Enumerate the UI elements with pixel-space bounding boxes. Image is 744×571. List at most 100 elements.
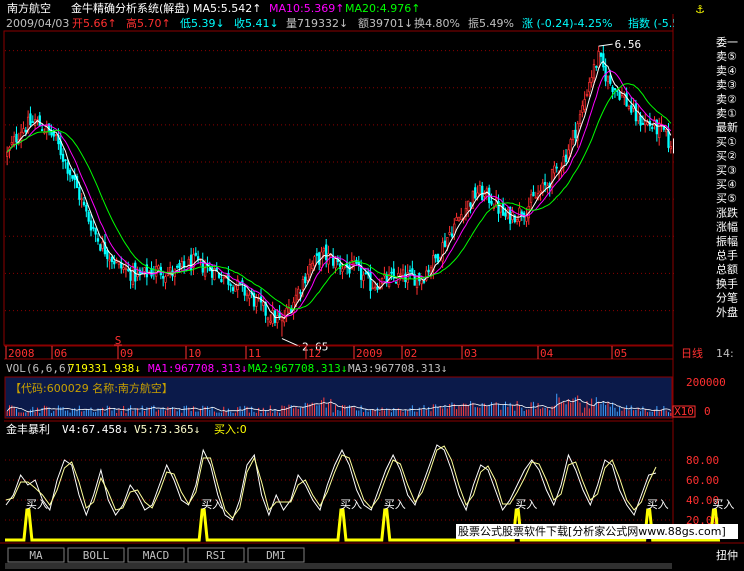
ma5-line bbox=[6, 60, 672, 319]
right-panel-item[interactable]: 卖④ bbox=[716, 64, 737, 77]
candle-body bbox=[311, 262, 314, 269]
right-panel-item[interactable]: 卖② bbox=[716, 93, 737, 106]
right-panel-item[interactable]: 振幅 bbox=[716, 234, 738, 248]
candle-body bbox=[543, 181, 547, 186]
right-panel-item[interactable]: 买③ bbox=[716, 164, 737, 177]
candle-body bbox=[180, 261, 183, 267]
high-mark-leader bbox=[598, 43, 613, 47]
right-panel-item[interactable]: 买⑤ bbox=[716, 192, 737, 205]
time-axis-label: 12 bbox=[308, 347, 321, 360]
candle-body bbox=[129, 270, 132, 281]
candle-body bbox=[127, 269, 130, 271]
candle-body bbox=[87, 211, 90, 222]
candle-body bbox=[96, 238, 100, 242]
candle-body bbox=[611, 86, 614, 92]
candle-body bbox=[297, 288, 300, 300]
candle-body bbox=[13, 136, 16, 146]
candle-body bbox=[320, 251, 323, 268]
buy-signal-label: 买入 bbox=[712, 498, 734, 511]
candle-body bbox=[176, 265, 179, 268]
candle-body bbox=[394, 281, 398, 284]
candle-body bbox=[595, 65, 598, 68]
indicator-axis-label: 60.00 bbox=[686, 474, 719, 487]
candle-body bbox=[658, 122, 661, 138]
candle-body bbox=[131, 266, 135, 285]
right-panel-item[interactable]: 外盘 bbox=[716, 305, 738, 319]
candle-body bbox=[597, 51, 600, 68]
candle-body bbox=[515, 218, 519, 222]
candle-body bbox=[362, 274, 365, 281]
tab-label-macd[interactable]: MACD bbox=[143, 549, 170, 562]
candle-body bbox=[313, 256, 316, 267]
tab-label-ma[interactable]: MA bbox=[29, 549, 43, 562]
candle-body bbox=[280, 317, 284, 322]
candle-body bbox=[234, 285, 237, 292]
candle-body bbox=[539, 190, 542, 193]
right-panel-item[interactable]: 买② bbox=[716, 150, 737, 163]
candle-body bbox=[457, 216, 461, 222]
candle-body bbox=[238, 282, 242, 285]
right-panel-item[interactable]: 卖① bbox=[716, 107, 737, 120]
candle-body bbox=[341, 268, 344, 273]
candle-body bbox=[467, 200, 470, 211]
tab-label-dmi[interactable]: DMI bbox=[266, 549, 286, 562]
candle-body bbox=[245, 293, 249, 297]
stock-chart-window: 南方航空 金牛精确分析系统(解盘) MA5:5.542↑ MA10:5.369↑ MA2… bbox=[0, 0, 744, 571]
right-panel-item[interactable]: 买① bbox=[716, 135, 737, 148]
tab-label-rsi[interactable]: RSI bbox=[206, 549, 226, 562]
candle-body bbox=[155, 266, 158, 277]
candle-body bbox=[6, 151, 9, 157]
right-panel-item[interactable]: 涨跌 bbox=[716, 205, 738, 219]
candle-body bbox=[71, 175, 74, 179]
candle-body bbox=[318, 252, 321, 265]
candle-body bbox=[196, 256, 200, 260]
time-axis-label: 10 bbox=[188, 347, 201, 360]
period-label: 日线 bbox=[681, 346, 703, 360]
candle-body bbox=[61, 153, 65, 162]
tab-label-boll[interactable]: BOLL bbox=[83, 549, 110, 562]
candle-body bbox=[634, 103, 638, 122]
right-panel-item[interactable]: 总额 bbox=[716, 262, 738, 276]
candle-body bbox=[585, 93, 589, 96]
candle-body bbox=[285, 307, 288, 316]
candle-body bbox=[122, 267, 125, 270]
vol-ma2: MA2:967708.313↓ bbox=[248, 362, 347, 375]
candle-body bbox=[101, 241, 104, 249]
candle-body bbox=[68, 169, 72, 176]
vol-ma1: MA1:967708.313↓ bbox=[148, 362, 247, 375]
vol-axis-unit: X10 bbox=[674, 405, 694, 418]
candle-body bbox=[229, 284, 232, 286]
right-panel-item[interactable]: 卖③ bbox=[716, 79, 737, 92]
header-stock-name: 南方航空 bbox=[7, 1, 51, 15]
candle-body bbox=[85, 204, 88, 212]
time-axis-label: 02 bbox=[404, 347, 417, 360]
horizontal-scrollbar[interactable] bbox=[5, 563, 672, 569]
indicator-v5: V5:73.365↓ bbox=[134, 423, 200, 436]
right-panel-item[interactable]: 涨幅 bbox=[716, 221, 738, 234]
right-panel-item[interactable]: 最新 bbox=[716, 120, 738, 134]
ma10-line bbox=[6, 70, 672, 317]
candle-body bbox=[38, 115, 41, 127]
right-panel-item[interactable]: 总手 bbox=[716, 248, 738, 262]
candle-body bbox=[89, 220, 93, 231]
time-axis-label: 2009 bbox=[356, 347, 383, 360]
right-panel-item[interactable]: 委一 bbox=[716, 36, 738, 49]
right-panel-item[interactable]: 买④ bbox=[716, 178, 737, 191]
candle-body bbox=[299, 292, 302, 294]
candle-body bbox=[54, 134, 58, 136]
time-axis-label: 11 bbox=[248, 347, 261, 360]
candle-body bbox=[581, 105, 584, 113]
candle-body bbox=[599, 52, 603, 57]
right-panel-item[interactable]: 换手 bbox=[716, 276, 738, 290]
candle-body bbox=[504, 212, 507, 217]
info-high: 高5.70↑ bbox=[126, 16, 171, 30]
vol-axis-zero: 0 bbox=[704, 405, 711, 418]
candle-body bbox=[606, 76, 610, 83]
right-panel-item[interactable]: 分笔 bbox=[716, 291, 738, 305]
candle-body bbox=[352, 261, 356, 265]
candle-body bbox=[380, 277, 384, 285]
candle-body bbox=[306, 273, 309, 281]
candle-body bbox=[82, 201, 86, 206]
right-panel-item[interactable]: 卖⑤ bbox=[716, 50, 737, 63]
candle-body bbox=[371, 287, 374, 290]
